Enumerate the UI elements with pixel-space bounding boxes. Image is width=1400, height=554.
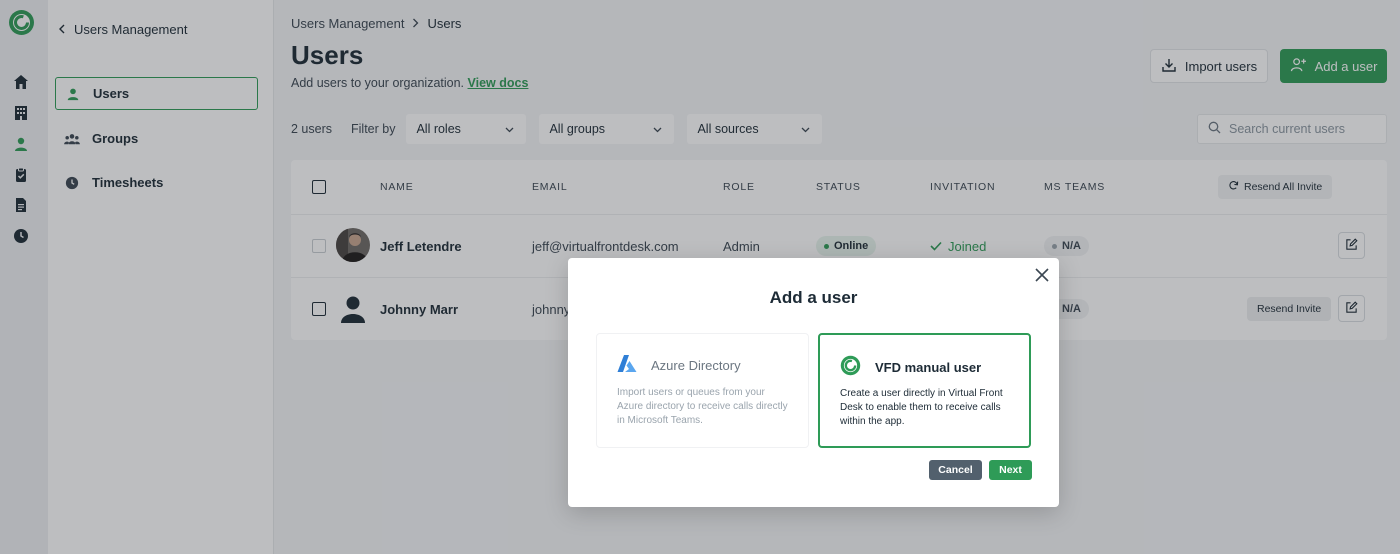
option-header: VFD manual user xyxy=(840,355,981,379)
modal-title: Add a user xyxy=(769,288,858,307)
add-user-modal: Add a user Azure Directory Import users … xyxy=(568,258,1059,507)
vfd-manual-user-option[interactable]: VFD manual user Create a user directly i… xyxy=(818,333,1031,448)
option-header: Azure Directory xyxy=(617,354,741,376)
close-icon[interactable] xyxy=(1034,267,1050,283)
option-title: Azure Directory xyxy=(651,357,741,373)
option-description: Create a user directly in Virtual Front … xyxy=(840,388,1003,427)
cancel-button[interactable]: Cancel xyxy=(929,460,982,480)
next-button[interactable]: Next xyxy=(989,460,1032,480)
option-title: VFD manual user xyxy=(875,359,982,375)
option-description: Import users or queues from your Azure d… xyxy=(617,387,788,426)
vfd-logo-icon xyxy=(840,355,861,379)
azure-logo-icon xyxy=(617,354,637,376)
azure-directory-option[interactable]: Azure Directory Import users or queues f… xyxy=(596,333,809,448)
